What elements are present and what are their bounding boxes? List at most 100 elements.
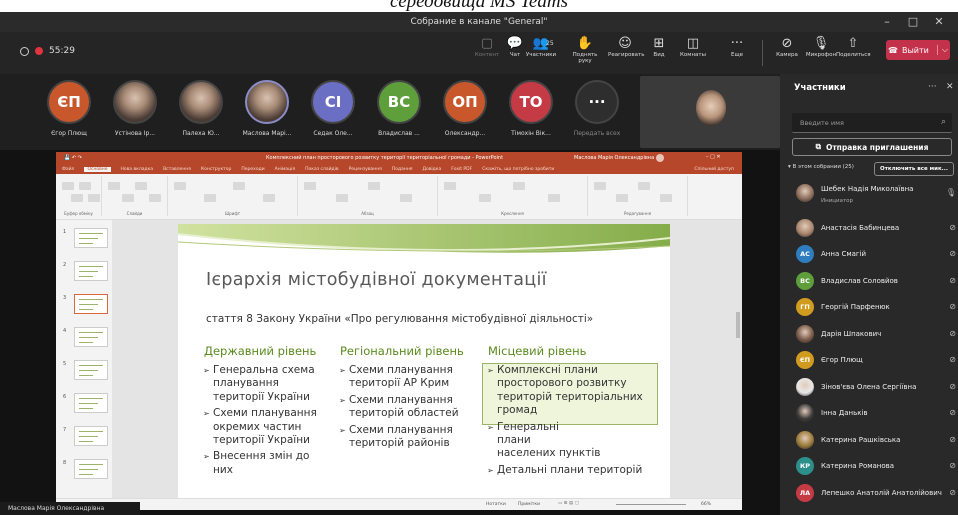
participant-row[interactable]: Катерина Рашківська ⊘ xyxy=(796,427,956,453)
ribbon-tool-icon[interactable] xyxy=(79,182,91,190)
toolbar-button-8[interactable]: ⊘ Камера xyxy=(770,36,804,58)
strip-participant[interactable]: СІ Седак Оле... xyxy=(298,80,368,137)
strip-participant[interactable]: ТО Тімохін Вік... xyxy=(496,80,566,137)
close-icon[interactable]: ✕ xyxy=(946,82,954,92)
microphone-off-icon[interactable]: ⊘ xyxy=(949,408,956,417)
zoom-slider[interactable] xyxy=(616,504,686,505)
ribbon-tab[interactable]: Вставлення xyxy=(163,167,191,172)
participant-row[interactable]: Шебек Надія Миколаївна Инициатор 🎙 xyxy=(796,180,956,206)
share-button[interactable]: Спільний доступ xyxy=(694,167,742,172)
ribbon-tab[interactable]: Рецензування xyxy=(349,167,382,172)
microphone-off-icon[interactable]: ⊘ xyxy=(949,249,956,258)
ribbon-tool-icon[interactable] xyxy=(233,182,245,190)
ribbon-tool-icon[interactable] xyxy=(203,194,216,202)
toolbar-button-6[interactable]: ◫ Комнаты xyxy=(676,36,710,58)
close-button[interactable]: ✕ xyxy=(930,15,948,28)
ribbon-tab[interactable]: Подання xyxy=(392,167,413,172)
ribbon-tool-icon[interactable] xyxy=(638,182,650,190)
participant-row[interactable]: Дарія Шпакович ⊘ xyxy=(796,321,956,347)
more-icon[interactable]: ··· xyxy=(928,82,937,92)
microphone-off-icon[interactable]: ⊘ xyxy=(949,461,956,470)
current-slide[interactable]: Ієрархія містобудівної документації стат… xyxy=(178,224,670,502)
slide-thumbnail[interactable]: 5 xyxy=(63,360,108,380)
ribbon-tab[interactable]: Нова вкладка xyxy=(121,167,154,172)
toolbar-button-9[interactable]: 🎙 Микрофон xyxy=(804,36,838,58)
ribbon-tab[interactable]: Довідка xyxy=(423,167,442,172)
ribbon-tab[interactable]: Основне xyxy=(84,166,111,172)
video-tile[interactable] xyxy=(640,76,780,148)
participant-row[interactable]: КР Катерина Романова ⊘ xyxy=(796,453,956,479)
ribbon-tool-icon[interactable] xyxy=(478,194,491,202)
ribbon-tool-icon[interactable] xyxy=(660,194,672,202)
ribbon-tab[interactable]: Файл xyxy=(62,167,74,172)
ribbon-tool-icon[interactable] xyxy=(368,182,380,190)
ribbon-tool-icon[interactable] xyxy=(513,182,525,190)
notes-button[interactable]: Нотатки xyxy=(486,502,506,507)
participant-row[interactable]: ЛА Лепешко Анатолій Анатолійович ⊘ xyxy=(796,480,956,506)
strip-participant[interactable]: ВС Владислав ... xyxy=(364,80,434,137)
strip-participant[interactable]: Устінова Ір... xyxy=(100,80,170,137)
section-header[interactable]: ▾ В этом собрании (25) xyxy=(788,164,854,170)
ribbon-tool-icon[interactable] xyxy=(121,194,134,202)
maximize-button[interactable]: □ xyxy=(904,15,922,28)
microphone-off-icon[interactable]: ⊘ xyxy=(949,302,956,311)
participant-row[interactable]: АС Анна Смагій ⊘ xyxy=(796,241,956,267)
toolbar-button-4[interactable]: ☺ Реагировать xyxy=(608,36,644,58)
ribbon-tool-icon[interactable] xyxy=(262,194,275,202)
ribbon-tab[interactable]: Конструктор xyxy=(201,167,231,172)
ribbon-tool-icon[interactable] xyxy=(135,182,147,190)
slide-thumbnail[interactable]: 6 xyxy=(63,393,108,413)
participant-row[interactable]: Зінов'єва Олена Сергіївна ⊘ xyxy=(796,374,956,400)
slide-thumbnail[interactable]: 7 xyxy=(63,426,108,446)
toolbar-button-10[interactable]: ⇧ Поделиться xyxy=(836,36,871,58)
strip-participant[interactable]: Палеха Ю... xyxy=(166,80,236,137)
leave-button[interactable]: ☎ Выйти ⌵ xyxy=(886,40,950,60)
invite-button[interactable]: ⧉ Отправка приглашения xyxy=(792,138,952,156)
microphone-off-icon[interactable]: ⊘ xyxy=(949,329,956,338)
toolbar-button-3[interactable]: ✋ Поднять руку xyxy=(568,36,602,64)
ribbon-tool-icon[interactable] xyxy=(87,194,100,202)
minimize-button[interactable]: – xyxy=(878,15,896,28)
participant-row[interactable]: ГП Георгій Парфенюк ⊘ xyxy=(796,294,956,320)
toolbar-button-5[interactable]: ⊞ Вид xyxy=(642,36,676,58)
ribbon-tool-icon[interactable] xyxy=(174,182,186,190)
comments-button[interactable]: Примітки xyxy=(518,502,540,507)
ribbon-tool-icon[interactable] xyxy=(304,182,316,190)
toolbar-button-2[interactable]: 👥 25 Участники xyxy=(524,36,558,58)
microphone-icon[interactable]: 🎙 xyxy=(946,188,956,197)
ribbon-tool-icon[interactable] xyxy=(108,182,120,190)
ribbon-tool-icon[interactable] xyxy=(444,182,456,190)
ribbon-tool-icon[interactable] xyxy=(148,194,161,202)
ribbon-tab[interactable]: Foxit PDF xyxy=(451,167,472,172)
slide-thumbnail[interactable]: 1 xyxy=(63,228,108,248)
ribbon-tab[interactable]: Анімація xyxy=(275,167,295,172)
participant-row[interactable]: Анастасія Бабинцева ⊘ xyxy=(796,215,956,241)
ribbon-tab[interactable]: Показ слайдів xyxy=(305,167,338,172)
chevron-down-icon[interactable]: ⌵ xyxy=(936,45,948,55)
participant-row[interactable]: ЄП Єгор Плющ ⊘ xyxy=(796,347,956,373)
slide-thumbnail[interactable]: 3 xyxy=(63,294,108,314)
strip-participant[interactable]: ОП Олександр... xyxy=(430,80,500,137)
strip-participant[interactable]: Маслова Марі... xyxy=(232,80,302,137)
participant-row[interactable]: ВС Владислав Соловйов ⊘ xyxy=(796,268,956,294)
microphone-off-icon[interactable]: ⊘ xyxy=(949,276,956,285)
microphone-off-icon[interactable]: ⊘ xyxy=(949,223,956,232)
microphone-off-icon[interactable]: ⊘ xyxy=(949,355,956,364)
microphone-off-icon[interactable]: ⊘ xyxy=(949,488,956,497)
ribbon-tool-icon[interactable] xyxy=(616,194,628,202)
mute-all-button[interactable]: Отключить все мик... xyxy=(874,162,954,176)
view-icons[interactable]: ▭ ⊞ ▤ ▢ xyxy=(558,501,579,506)
ribbon-tool-icon[interactable] xyxy=(62,182,74,190)
toolbar-button-7[interactable]: ··· Еще xyxy=(720,36,754,58)
strip-participant[interactable]: ··· Передать всех xyxy=(562,80,632,137)
microphone-off-icon[interactable]: ⊘ xyxy=(949,435,956,444)
vertical-scrollbar[interactable] xyxy=(736,312,740,338)
ribbon-tool-icon[interactable] xyxy=(547,194,560,202)
ribbon-tool-icon[interactable] xyxy=(70,194,83,202)
ribbon-tab[interactable]: Переходи xyxy=(241,167,264,172)
slide-thumbnail[interactable]: 2 xyxy=(63,261,108,281)
participant-row[interactable]: Інна Данькiв ⊘ xyxy=(796,400,956,426)
participant-search-input[interactable]: Введите имя ⌕ xyxy=(792,113,952,133)
ribbon-tool-icon[interactable] xyxy=(336,194,348,202)
ribbon-tool-icon[interactable] xyxy=(594,182,606,190)
